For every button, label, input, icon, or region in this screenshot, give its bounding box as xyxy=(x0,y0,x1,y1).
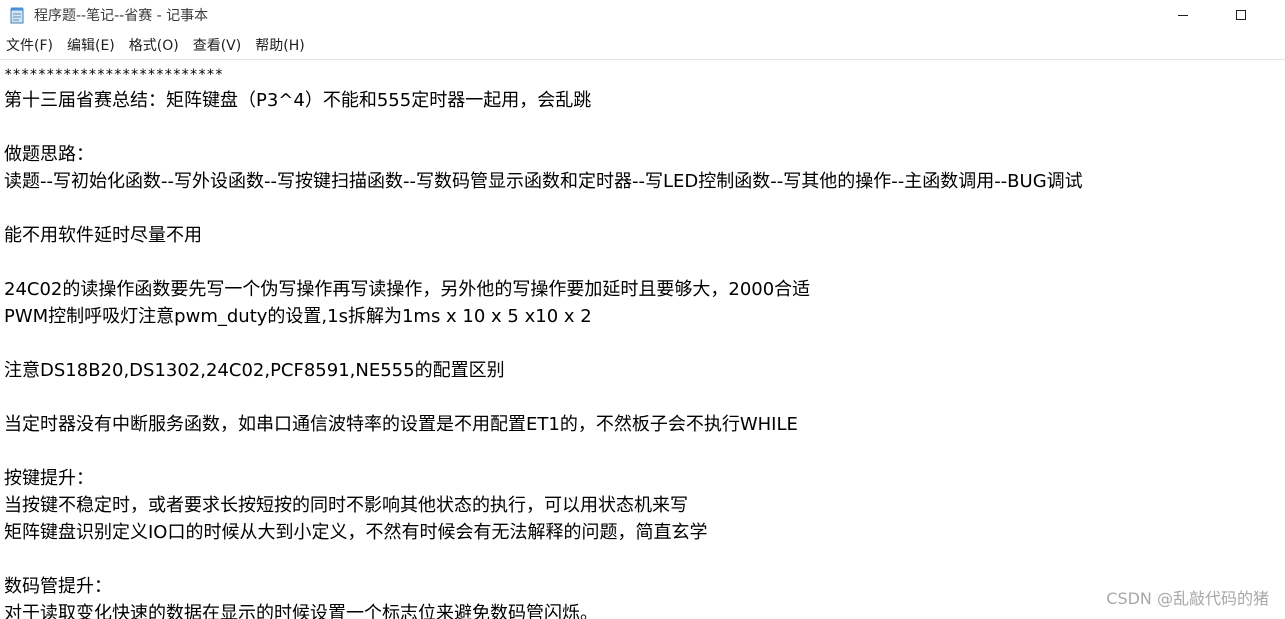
text-line: 做题思路： xyxy=(4,144,94,165)
window-title: 程序题--笔记--省赛 - 记事本 xyxy=(34,8,209,24)
watermark: CSDN @乱敲代码的猪 xyxy=(1106,589,1269,608)
text-line: 能不用软件延时尽量不用 xyxy=(4,225,202,246)
text-line: 当定时器没有中断服务函数，如串口通信波特率的设置是不用配置ET1的，不然板子会不… xyxy=(4,414,798,435)
text-line: 第十三届省赛总结：矩阵键盘（P3^4）不能和555定时器一起用，会乱跳 xyxy=(4,90,592,111)
maximize-button[interactable] xyxy=(1218,0,1264,32)
text-line: 矩阵键盘识别定义IO口的时候从大到小定义，不然有时候会有无法解释的问题，简直玄学 xyxy=(4,522,708,543)
title-bar[interactable]: 程序题--笔记--省赛 - 记事本 xyxy=(0,0,1285,32)
close-button[interactable] xyxy=(1270,0,1285,32)
text-line: 对于读取变化快速的数据在显示的时候设置一个标志位来避免数码管闪烁。 xyxy=(4,603,598,619)
menu-view[interactable]: 查看(V) xyxy=(186,34,249,58)
text-line: 当按键不稳定时，或者要求长按短按的同时不影响其他状态的执行，可以用状态机来写 xyxy=(4,495,688,516)
text-line: PWM控制呼吸灯注意pwm_duty的设置,1s拆解为1ms x 10 x 5 … xyxy=(4,306,592,327)
notepad-icon xyxy=(10,7,24,24)
text-line: 读题--写初始化函数--写外设函数--写按键扫描函数--写数码管显示函数和定时器… xyxy=(4,171,1083,192)
maximize-icon xyxy=(1236,10,1246,20)
menu-edit[interactable]: 编辑(E) xyxy=(60,34,122,58)
text-line: 按键提升： xyxy=(4,468,94,489)
text-line: 24C02的读操作函数要先写一个伪写操作再写读操作，另外他的写操作要加延时且要够… xyxy=(4,279,811,300)
text-line: 注意DS18B20,DS1302,24C02,PCF8591,NE555的配置区… xyxy=(4,360,505,381)
minimize-button[interactable] xyxy=(1160,0,1206,32)
menu-format[interactable]: 格式(O) xyxy=(122,34,186,58)
text-editor-area[interactable]: ************************** 第十三届省赛总结：矩阵键盘… xyxy=(0,60,1285,619)
menu-help[interactable]: 帮助(H) xyxy=(248,34,311,58)
menu-file[interactable]: 文件(F) xyxy=(0,34,60,58)
text-line: 数码管提升： xyxy=(4,576,112,597)
minimize-icon xyxy=(1178,15,1188,16)
text-line: ************************** xyxy=(4,67,224,83)
menu-bar: 文件(F) 编辑(E) 格式(O) 查看(V) 帮助(H) xyxy=(0,33,1285,60)
